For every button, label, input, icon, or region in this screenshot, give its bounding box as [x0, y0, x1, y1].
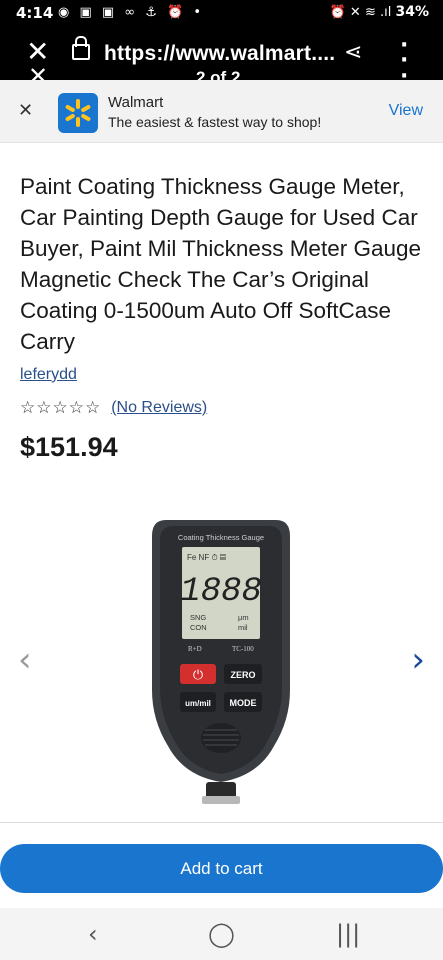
- notification-icons: ◉ ▣ ▣ ∞ ⚓ ⏰ •: [58, 5, 205, 20]
- battery-level: 34%: [395, 4, 429, 20]
- share-icon[interactable]: ⋖: [344, 40, 362, 65]
- product-title: Paint Coating Thickness Gauge Meter, Car…: [20, 174, 422, 354]
- walmart-spark-icon: [58, 93, 98, 133]
- reviews-link[interactable]: (No Reviews): [111, 399, 207, 417]
- app-install-banner: ✕ Walmart The easiest & fastest way to s…: [0, 80, 443, 143]
- browser-toolbar: ✕ https://www.walmart.... ⋖ · · · ✕ 2 of 2: [0, 28, 443, 90]
- lcd-um-label: μm: [238, 613, 249, 622]
- back-icon[interactable]: ‹: [88, 920, 98, 948]
- device-brand: R+D: [188, 645, 202, 653]
- lcd-sng-label: SNG: [190, 613, 206, 622]
- system-status: ⏰ ✕ ≋ .ıl 34%: [330, 4, 429, 20]
- app-name: Walmart: [108, 94, 164, 111]
- system-navigation-bar: ‹ ◯ |||: [0, 908, 443, 960]
- product-image-gallery[interactable]: ‹ › Coating Thickness Gauge Fe NF ⏱ ▤ 18…: [0, 480, 443, 820]
- more-options-icon[interactable]: · · ·: [400, 34, 408, 87]
- app-tagline: The easiest & fastest way to shop!: [108, 114, 322, 130]
- device-model: TC-100: [232, 645, 254, 653]
- lcd-indicators: Fe NF ⏱ ▤: [187, 553, 226, 562]
- view-app-button[interactable]: View: [389, 102, 423, 120]
- next-image-icon[interactable]: ›: [411, 640, 425, 680]
- recent-apps-icon[interactable]: |||: [336, 920, 360, 948]
- seller-link[interactable]: leferydd: [20, 366, 77, 384]
- zero-button-label: ZERO: [230, 670, 255, 680]
- device-header-label: Coating Thickness Gauge: [178, 533, 264, 542]
- lcd-mil-label: mil: [238, 623, 248, 632]
- unit-button-label: um/mil: [185, 699, 211, 708]
- status-bar: 4:14 ◉ ▣ ▣ ∞ ⚓ ⏰ • ⏰ ✕ ≋ .ıl 34%: [0, 0, 443, 28]
- dismiss-banner-icon[interactable]: ✕: [18, 100, 33, 121]
- product-image: Coating Thickness Gauge Fe NF ⏱ ▤ 1888 S…: [152, 520, 290, 804]
- previous-image-icon[interactable]: ‹: [18, 640, 32, 680]
- power-icon: ⏻: [193, 668, 203, 683]
- star-rating-icon: ☆☆☆☆☆: [20, 398, 102, 418]
- lock-icon[interactable]: [72, 36, 90, 60]
- mode-button-label: MODE: [230, 698, 257, 708]
- home-icon[interactable]: ◯: [208, 920, 235, 948]
- rating-row: ☆☆☆☆☆ (No Reviews): [20, 397, 207, 419]
- clock: 4:14: [16, 4, 54, 22]
- lcd-reading: 1888: [180, 573, 262, 611]
- divider: [0, 822, 443, 823]
- system-icons: ⏰ ✕ ≋ .ıl: [329, 5, 392, 20]
- url-bar[interactable]: https://www.walmart....: [104, 42, 335, 66]
- add-to-cart-button[interactable]: Add to cart: [0, 844, 443, 893]
- lcd-con-label: CON: [190, 623, 207, 632]
- product-price: $151.94: [20, 432, 118, 462]
